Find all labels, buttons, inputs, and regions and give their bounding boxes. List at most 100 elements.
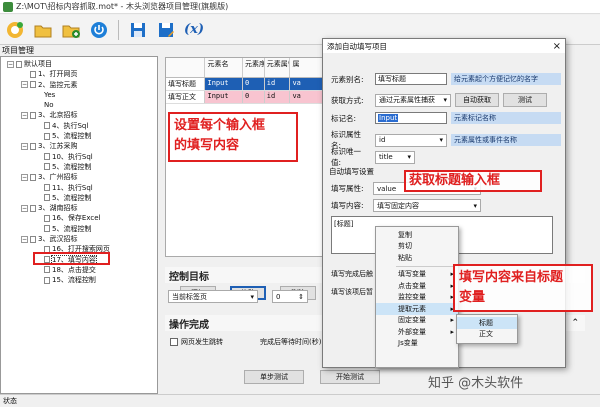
tree-node[interactable]: 5、流程控制 xyxy=(3,193,157,203)
unique-select[interactable]: title ▾ xyxy=(375,150,415,164)
file-icon xyxy=(30,111,36,119)
menu-item-label: 复制 xyxy=(398,230,412,239)
expander-icon[interactable]: − xyxy=(21,173,28,181)
fill-attr-label: 填写属性: xyxy=(331,184,364,193)
tree-node[interactable]: 10、执行Sql xyxy=(3,152,157,162)
context-menu-item[interactable]: 外部变量 ▸ xyxy=(376,326,458,338)
tree-node[interactable]: − 3、武汉招标 xyxy=(3,234,157,244)
tree-node[interactable]: 4、执行Sql xyxy=(3,121,157,131)
close-icon[interactable]: × xyxy=(553,41,561,52)
grid-column-header[interactable] xyxy=(166,58,206,77)
expander-icon[interactable]: − xyxy=(21,111,28,119)
textarea-value: [标题] xyxy=(334,220,354,228)
wait-time-label: 完成后等待时间(秒) xyxy=(260,338,322,346)
table-row[interactable]: 填写正文 Input 0 id va xyxy=(166,91,326,104)
tree-node-label: 3、武汉招标 xyxy=(38,235,78,244)
method-select[interactable]: 通过元素属性捕获 ▾ xyxy=(375,93,451,107)
tree-node[interactable]: − 2、监控元素 xyxy=(3,80,157,90)
tab-index-stepper[interactable]: 0 ⇕ xyxy=(272,290,308,303)
tree-node[interactable]: 5、流程控制 xyxy=(3,162,157,172)
alias-label: 元素别名: xyxy=(331,74,364,84)
tree-node[interactable]: 16、保存Excel xyxy=(3,213,157,223)
tree-node[interactable]: − 默认项目 xyxy=(3,59,157,69)
method-row: 获取方式: 通过元素属性捕获 ▾ 自动获取 测试 xyxy=(331,93,547,107)
start-test-button[interactable]: 开始测试 xyxy=(320,370,380,384)
grid-column-header[interactable]: 元素序号 xyxy=(243,58,265,77)
save-as-icon[interactable] xyxy=(155,19,177,41)
chevron-right-icon: ▸ xyxy=(450,327,454,336)
test-button[interactable]: 测试 xyxy=(503,93,547,107)
single-step-test-button[interactable]: 单步测试 xyxy=(244,370,304,384)
context-menu-item[interactable]: Js变量 xyxy=(376,338,458,350)
annotation-line: 填写内容来自标题 xyxy=(459,270,564,285)
context-menu-item[interactable]: 剪切 xyxy=(376,241,458,253)
after-fill-label: 填写完成后触 xyxy=(331,270,373,278)
fill-content-row: 填写内容: 填写固定内容 ▾ xyxy=(331,199,481,212)
context-menu-item[interactable]: 提取元素▸ xyxy=(376,303,458,315)
table-row[interactable]: 填写标题 Input 0 id va xyxy=(166,78,326,91)
fill-content-select[interactable]: 填写固定内容 ▾ xyxy=(373,199,481,212)
status-bar: 状态 xyxy=(0,394,600,406)
tree-node[interactable]: 5、流程控制 xyxy=(3,131,157,141)
expander-icon[interactable]: − xyxy=(7,60,14,68)
open-icon[interactable] xyxy=(32,19,54,41)
new-icon[interactable] xyxy=(4,19,26,41)
submenu-item[interactable]: 正文 xyxy=(457,329,517,341)
context-menu-item[interactable]: 监控变量▸ xyxy=(376,292,458,304)
alias-row: 元素别名: 填写标题 给元素起个方便记忆的名字 xyxy=(331,73,561,85)
title-bar: Z:\MOT\招标内容抓取.mot* - 木头浏览器项目管理(旗舰版) xyxy=(0,0,600,14)
grid-column-header[interactable]: 元素属性 xyxy=(265,58,291,77)
project-icon xyxy=(16,60,22,68)
tree-node-label: 3、江苏采购 xyxy=(38,142,78,151)
expander-icon[interactable]: − xyxy=(21,81,28,89)
save-icon[interactable] xyxy=(127,19,149,41)
file-icon xyxy=(44,132,50,140)
menu-item-label: 点击变量 xyxy=(398,281,426,290)
project-tree[interactable]: − 默认项目 1、打开网页 − 2、监控元素 Yes No − 3、北京招标 4、执行Sql 5、流… xyxy=(0,56,158,394)
tree-node[interactable]: − 3、广州招标 xyxy=(3,172,157,182)
submenu-item[interactable]: 标题 xyxy=(457,317,517,329)
tree-node[interactable]: 1、打开网页 xyxy=(3,69,157,79)
page-jump-checkbox[interactable]: 网页发生跳转 xyxy=(170,337,223,347)
context-menu-item[interactable]: 复制 xyxy=(376,229,458,241)
attr-select[interactable]: id ▾ xyxy=(375,133,447,147)
context-menu-item[interactable]: 点击变量▸ xyxy=(376,280,458,292)
tree-node[interactable]: 11、执行Sql xyxy=(3,183,157,193)
power-icon[interactable] xyxy=(88,19,110,41)
tree-node[interactable]: Yes xyxy=(3,90,157,100)
expander-icon[interactable]: − xyxy=(21,204,28,212)
tree-node[interactable]: − 3、江苏采购 xyxy=(3,141,157,151)
context-menu-item[interactable]: 填写变量▸ xyxy=(376,269,458,281)
expander-icon[interactable]: − xyxy=(21,142,28,150)
context-menu-item[interactable]: 固定变量 ▸ xyxy=(376,315,458,327)
tag-value: Input xyxy=(378,114,399,122)
page-jump-label: 网页发生跳转 xyxy=(181,338,223,346)
tree-node[interactable]: − 3、湖南招标 xyxy=(3,203,157,213)
file-icon xyxy=(44,214,50,222)
expander-icon[interactable]: − xyxy=(21,235,28,243)
tag-input[interactable]: Input xyxy=(375,112,447,124)
tree-node[interactable]: 18、点击提交 xyxy=(3,265,157,275)
grid-column-header[interactable]: 属 xyxy=(290,58,326,77)
grid-column-header[interactable]: 元素名 xyxy=(205,58,243,77)
tree-node[interactable]: No xyxy=(3,100,157,110)
file-icon xyxy=(44,276,50,284)
tree-node-label: 3、广州招标 xyxy=(38,173,78,182)
control-target-title: 控制目标 xyxy=(169,271,209,283)
tree-node[interactable]: 15、流程控制 xyxy=(3,275,157,285)
tree-node[interactable]: 5、流程控制 xyxy=(3,224,157,234)
alias-input[interactable]: 填写标题 xyxy=(375,73,447,85)
menu-item-label: 监控变量 xyxy=(398,293,426,302)
tree-node[interactable]: − 3、北京招标 xyxy=(3,110,157,120)
chevron-down-icon: ▾ xyxy=(407,153,411,161)
table-cell: va xyxy=(290,78,326,90)
tab-combo[interactable]: 当前标签页 ▾ xyxy=(168,290,258,303)
context-menu-item[interactable]: 粘贴 xyxy=(376,252,458,264)
table-cell: 填写正文 xyxy=(166,91,206,103)
variable-icon[interactable]: (x) xyxy=(183,19,205,41)
auto-get-button[interactable]: 自动获取 xyxy=(455,93,499,107)
tab-index-value: 0 xyxy=(276,292,281,301)
add-icon[interactable] xyxy=(60,19,82,41)
watermark: 知乎 @木头软件 xyxy=(428,376,524,391)
collapse-icon[interactable]: ⌃ xyxy=(571,318,579,328)
